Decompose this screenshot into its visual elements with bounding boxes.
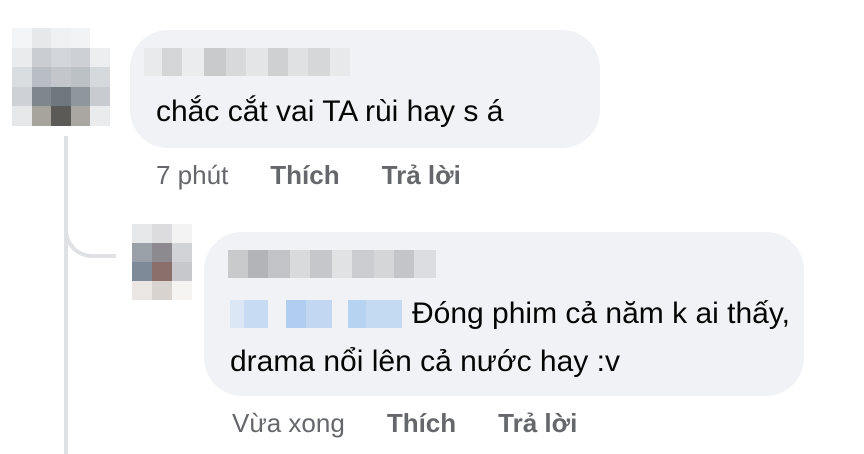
comment-bubble: chắc cắt vai TA rùi hay s á bbox=[130, 30, 600, 148]
reply-bubble: Đóng phim cả năm k ai thấy, drama nổi lê… bbox=[204, 232, 804, 396]
reply-author-name-blurred[interactable] bbox=[228, 250, 436, 278]
like-button[interactable]: Thích bbox=[270, 160, 339, 191]
reply-text: Đóng phim cả năm k ai thấy, drama nổi lê… bbox=[230, 290, 790, 386]
reply-connector bbox=[64, 200, 116, 258]
author-name-blurred[interactable] bbox=[144, 48, 350, 76]
reply-like-button[interactable]: Thích bbox=[387, 408, 456, 439]
mention-tag-blurred[interactable] bbox=[230, 294, 406, 330]
reply-timestamp[interactable]: Vừa xong bbox=[232, 408, 345, 439]
thread-line bbox=[64, 136, 68, 454]
comment-actions: 7 phút Thích Trả lời bbox=[156, 160, 503, 191]
reply-reply-button[interactable]: Trả lời bbox=[498, 408, 577, 439]
comment-timestamp[interactable]: 7 phút bbox=[156, 160, 228, 191]
reply-button[interactable]: Trả lời bbox=[382, 160, 461, 191]
avatar[interactable] bbox=[12, 28, 110, 126]
reply-actions: Vừa xong Thích Trả lời bbox=[232, 408, 619, 439]
comment-text: chắc cắt vai TA rùi hay s á bbox=[156, 95, 504, 128]
reply-avatar[interactable] bbox=[132, 224, 192, 300]
